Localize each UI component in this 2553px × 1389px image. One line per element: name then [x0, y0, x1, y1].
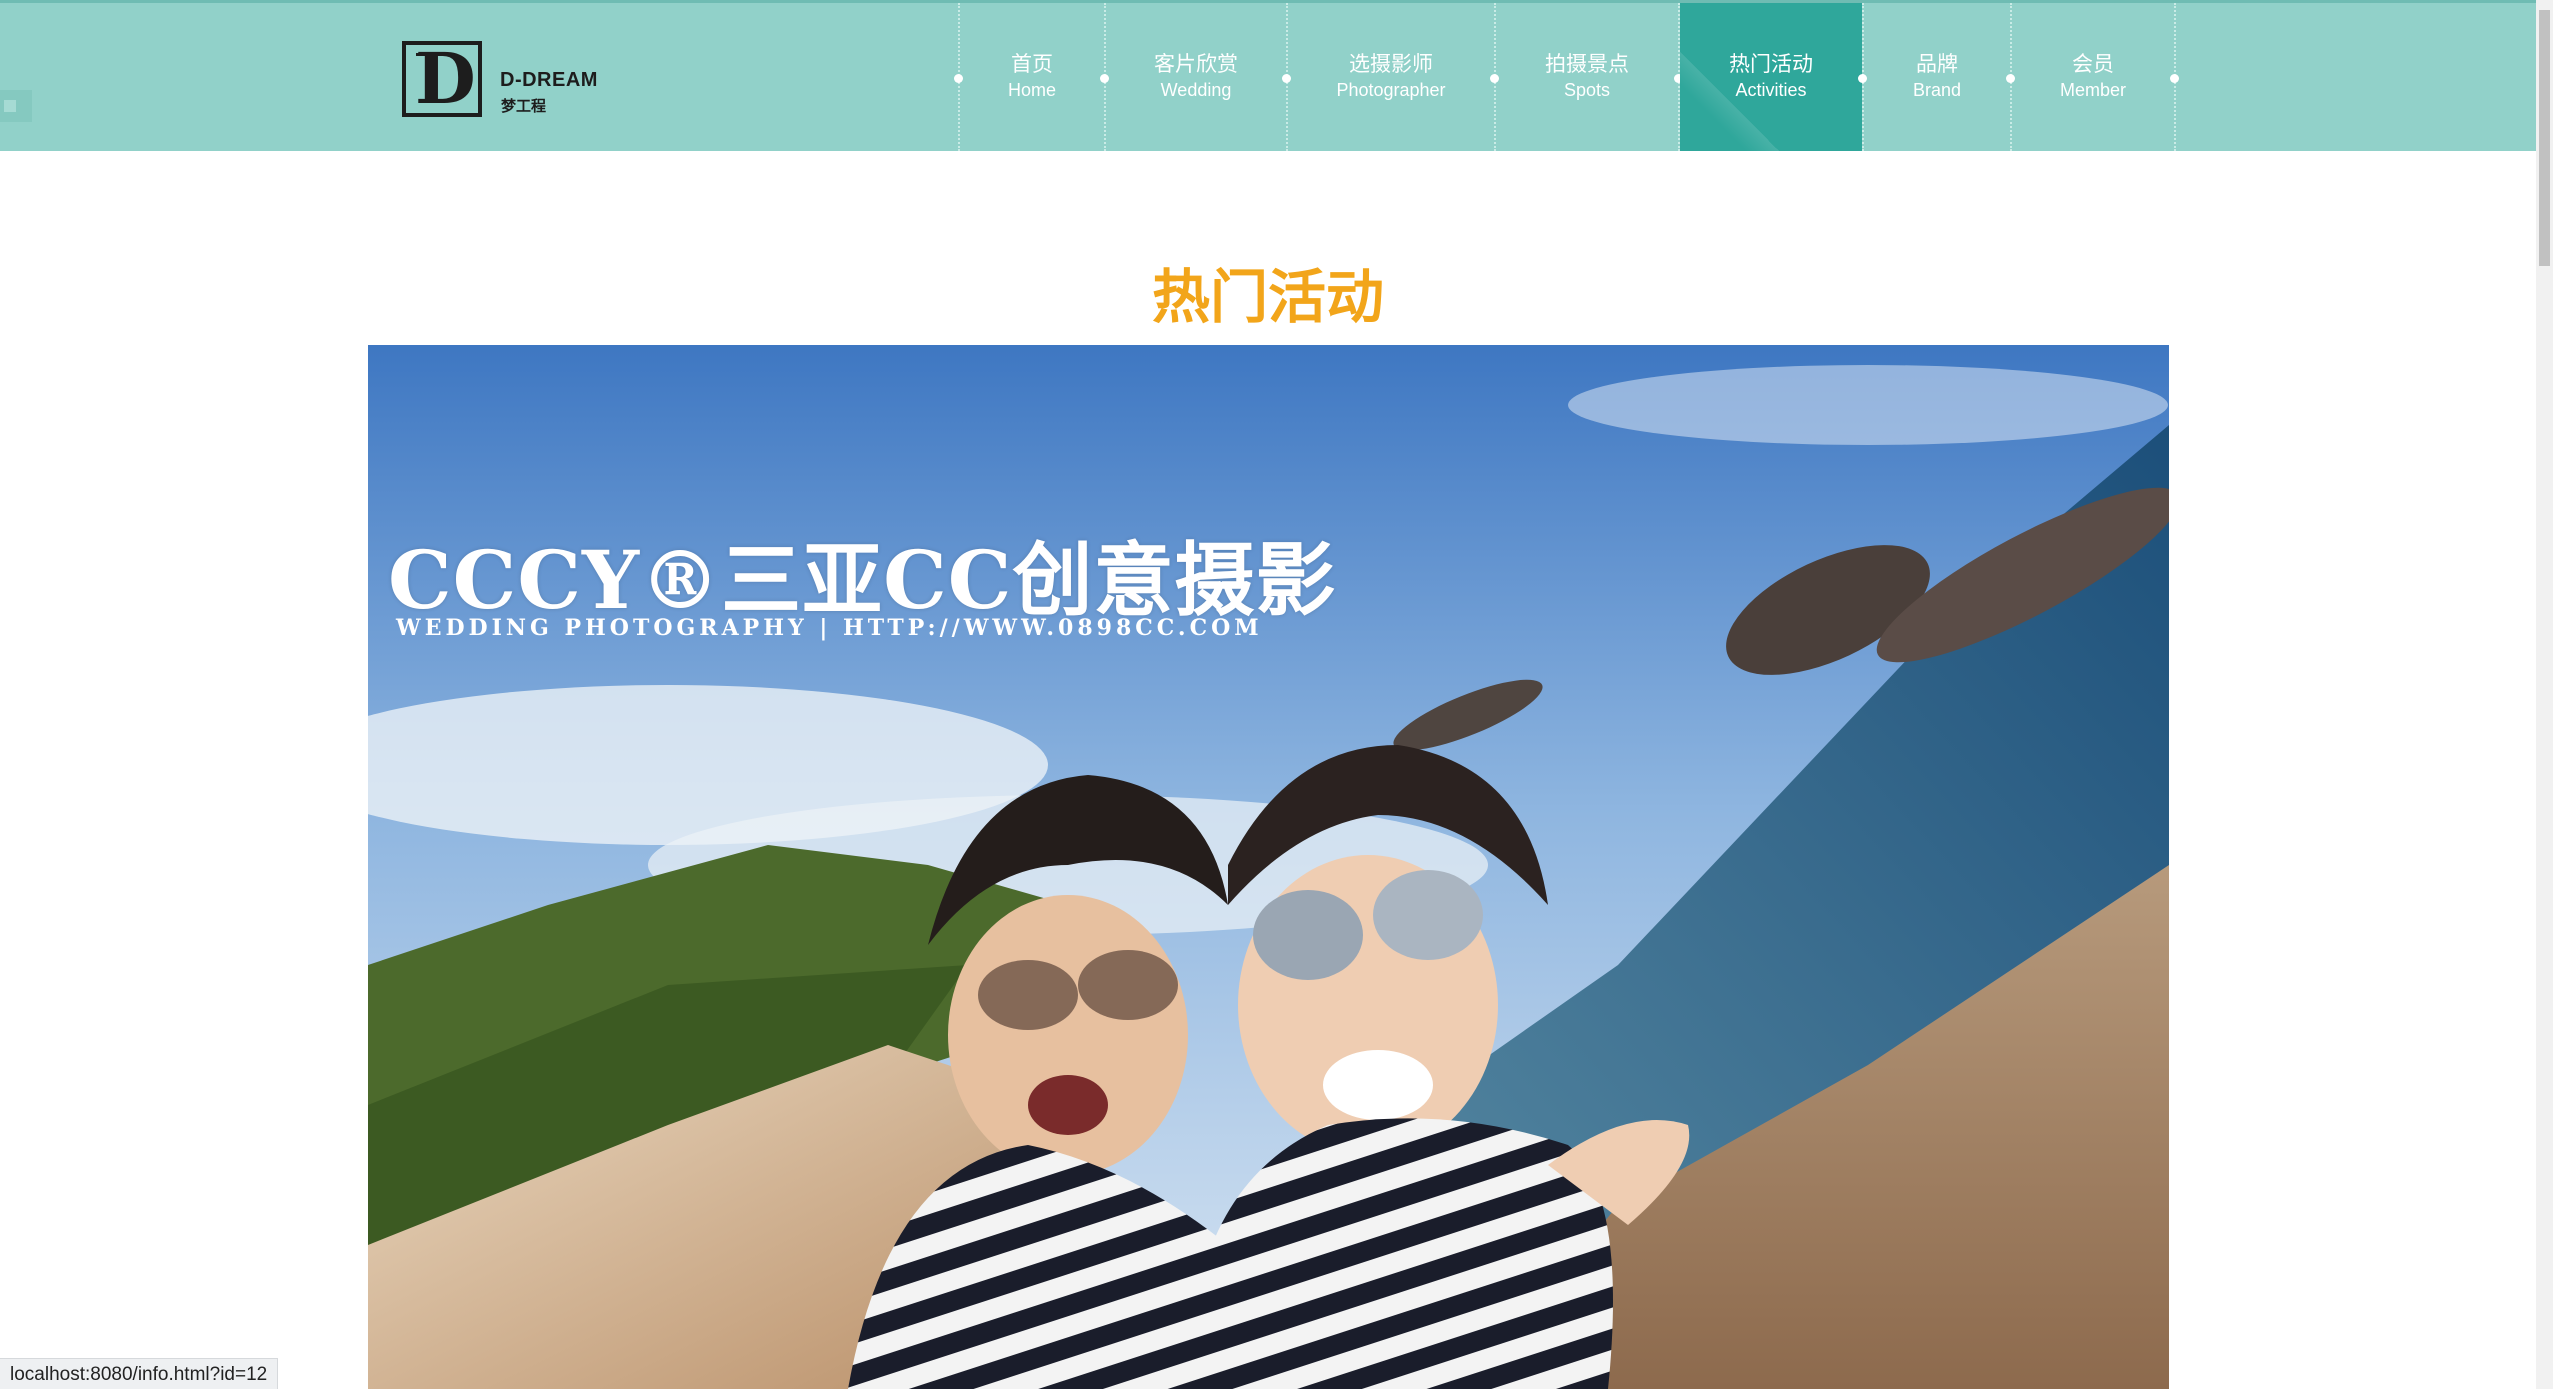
nav-item-label-cn: 首页 — [1011, 52, 1053, 76]
nav-item-label-cn: 品牌 — [1916, 52, 1958, 76]
nav-dot-icon — [2170, 74, 2179, 83]
nav-item-label-en: Brand — [1912, 80, 1962, 100]
nav-item-member[interactable]: 会员 Member — [2012, 3, 2174, 151]
nav-item-label-en: Home — [1007, 80, 1056, 100]
nav-item-activities[interactable]: 热门活动 Activities — [1680, 3, 1862, 151]
logo-letter: D — [415, 37, 476, 120]
beach-couple-illustration — [368, 345, 2169, 1389]
page-title: 热门活动 — [1151, 262, 1384, 331]
photo-watermark-brand: CCCY®三亚CC创意摄影 — [388, 533, 1337, 627]
site-header: D D-DREAM 梦工程 首页 Home 客片欣赏 Wedding 选摄影师 — [0, 3, 2536, 151]
nav-item-label-en: Wedding — [1160, 80, 1232, 100]
logo-mark: D — [402, 41, 482, 117]
nav-item-label-cn: 选摄影师 — [1349, 52, 1433, 76]
nav-item-brand[interactable]: 品牌 Brand — [1864, 3, 2010, 151]
nav-item-spots[interactable]: 拍摄景点 Spots — [1496, 3, 1678, 151]
logo[interactable]: D D-DREAM 梦工程 — [400, 39, 610, 121]
nav-item-label-en: Spots — [1563, 80, 1611, 100]
nav-item-label-en: Activities — [1735, 80, 1807, 100]
nav-item-label-cn: 热门活动 — [1729, 52, 1813, 76]
logo-name-cn: 梦工程 — [501, 97, 547, 115]
nav-item-label-en: Photographer — [1336, 80, 1446, 100]
nav-item-label-cn: 客片欣赏 — [1154, 52, 1238, 76]
side-toggle-icon[interactable] — [0, 90, 32, 122]
nav-item-label-cn: 会员 — [2072, 52, 2114, 76]
photo-watermark-url: WEDDING PHOTOGRAPHY | HTTP://WWW.0898CC.… — [396, 615, 1263, 641]
logo-name-en: D-DREAM — [500, 69, 598, 91]
nav-item-photographer[interactable]: 选摄影师 Photographer — [1288, 3, 1494, 151]
nav-item-home[interactable]: 首页 Home — [960, 3, 1104, 151]
nav-item-wedding[interactable]: 客片欣赏 Wedding — [1106, 3, 1286, 151]
page-scrollbar[interactable] — [2536, 0, 2553, 1389]
activity-photo[interactable]: CCCY®三亚CC创意摄影 WEDDING PHOTOGRAPHY | HTTP… — [368, 345, 2169, 1389]
nav-item-label-en: Member — [2059, 80, 2126, 100]
scrollbar-thumb[interactable] — [2539, 10, 2550, 266]
nav-item-label-cn: 拍摄景点 — [1545, 52, 1629, 76]
page: D D-DREAM 梦工程 首页 Home 客片欣赏 Wedding 选摄影师 — [0, 0, 2553, 1389]
link-status-bar: localhost:8080/info.html?id=12 — [0, 1358, 279, 1389]
